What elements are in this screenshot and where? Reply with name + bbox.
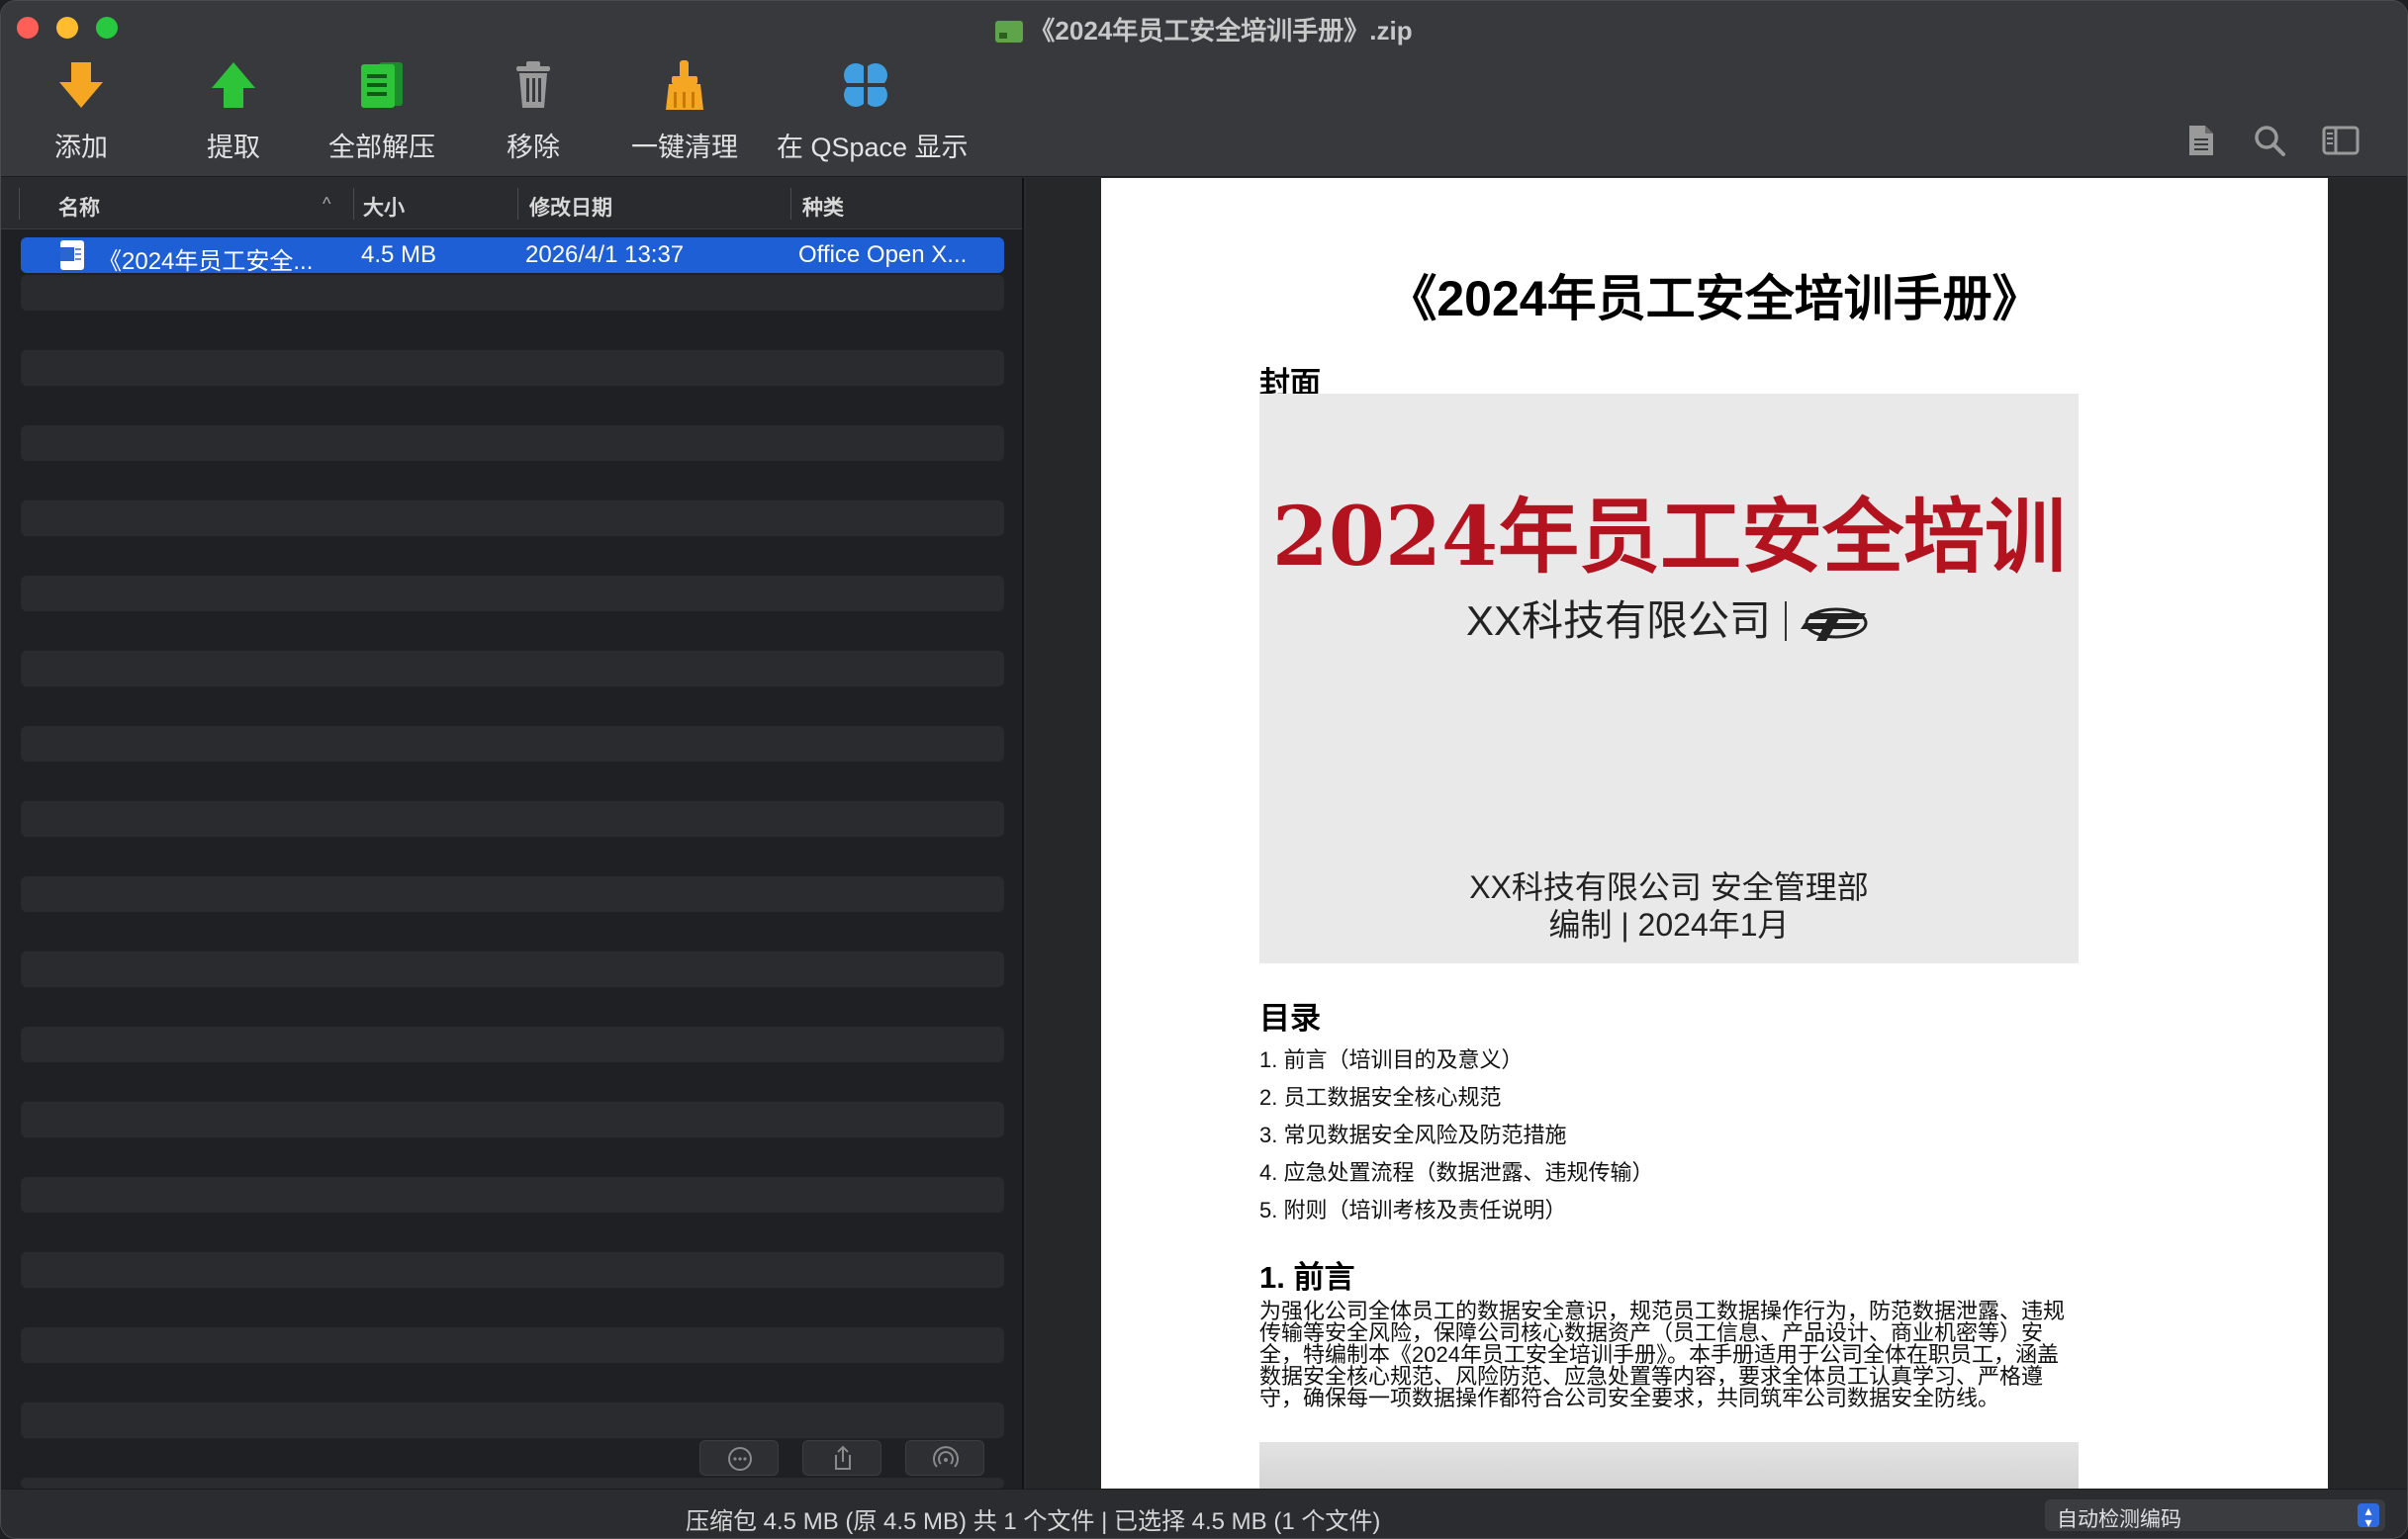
window-title: 《2024年员工安全培训手册》.zip: [1, 11, 2407, 47]
encoding-select[interactable]: 自动检测编码 ▴ ▾: [2045, 1499, 2385, 1531]
preview-pane: 《2024年员工安全培训手册》 封面 2024年员工安全培训 XX科技有限公司 …: [1026, 178, 2407, 1489]
document-info-icon[interactable]: [2183, 124, 2217, 157]
empty-row: [21, 726, 1004, 762]
empty-row: [21, 876, 1004, 912]
company-logo-icon: [1801, 603, 1872, 643]
word-document-icon: [60, 240, 84, 270]
status-bar: 压缩包 4.5 MB (原 4.5 MB) 共 1 个文件 | 已选择 4.5 …: [1, 1489, 2407, 1538]
column-header-kind[interactable]: 种类: [802, 192, 844, 222]
column-header-name[interactable]: 名称: [58, 192, 100, 222]
ellipsis-circle-icon: [728, 1447, 752, 1471]
section-heading: 1. 前言: [1259, 1260, 1355, 1295]
empty-row: [21, 1252, 1004, 1288]
paragraph-line: 全，特编制本《2024年员工安全培训手册》。本手册适用于公司全体在职员工，涵盖: [1259, 1342, 2059, 1367]
empty-row: [21, 350, 1004, 386]
section-paragraph: 为强化公司全体员工的数据安全意识，规范员工数据操作行为，防范数据泄露、违规 传输…: [1259, 1301, 2075, 1409]
column-header-bar: 名称 ^ 大小 修改日期 种类: [1, 178, 1022, 229]
extract-button[interactable]: 提取: [199, 58, 268, 164]
airdrop-button[interactable]: [905, 1440, 984, 1476]
document-page[interactable]: 《2024年员工安全培训手册》 封面 2024年员工安全培训 XX科技有限公司 …: [1101, 178, 2328, 1489]
documents-stack-icon: [355, 58, 409, 112]
airdrop-icon: [933, 1446, 959, 1468]
app-window: 《2024年员工安全培训手册》.zip 添加 提取 全部解压 移除 一键清理 在…: [0, 0, 2408, 1539]
status-summary: 压缩包 4.5 MB (原 4.5 MB) 共 1 个文件 | 已选择 4.5 …: [686, 1508, 1381, 1535]
file-modified: 2026/4/1 13:37: [525, 241, 685, 268]
file-list-pane: 名称 ^ 大小 修改日期 种类 《2024年员工安全... 4.5 MB 202…: [1, 178, 1024, 1489]
chevron-updown-icon: ▴ ▾: [2358, 1503, 2379, 1529]
toggle-preview-icon[interactable]: [2322, 124, 2360, 157]
column-separator: [19, 188, 20, 220]
cover-image: 2024年员工安全培训 XX科技有限公司 XX科技有限公司 安全管理部 编制 |…: [1259, 394, 2079, 963]
broom-icon: [658, 58, 711, 112]
more-options-button[interactable]: [699, 1440, 779, 1476]
file-name: 《2024年员工安全...: [98, 248, 314, 275]
empty-row: [21, 425, 1004, 461]
empty-row: [21, 801, 1004, 837]
empty-row: [21, 1177, 1004, 1213]
paragraph-line: 为强化公司全体员工的数据安全意识，规范员工数据操作行为，防范数据泄露、违规: [1259, 1299, 2066, 1323]
empty-row: [21, 1102, 1004, 1137]
encoding-value: 自动检测编码: [2057, 1508, 2181, 1531]
toolbar: 《2024年员工安全培训手册》.zip 添加 提取 全部解压 移除 一键清理 在…: [1, 1, 2407, 177]
zip-file-icon: [995, 21, 1024, 43]
toc-heading: 目录: [1259, 1001, 1321, 1036]
share-icon: [835, 1445, 851, 1470]
empty-row: [21, 651, 1004, 686]
column-header-modified[interactable]: 修改日期: [529, 192, 612, 222]
toc-item: 1. 前言（培训目的及意义）: [1259, 1047, 1524, 1072]
column-separator[interactable]: [790, 188, 791, 220]
toc-item: 3. 常见数据安全风险及防范措施: [1259, 1123, 1567, 1147]
paragraph-line: 数据安全核心规范、风险防范、应急处置等内容，要求全体员工认真学习、严格遵: [1259, 1364, 2044, 1389]
show-in-qspace-button[interactable]: 在 QSpace 显示: [777, 58, 969, 164]
paragraph-line: 传输等安全风险，保障公司核心数据资产（员工信息、产品设计、商业机密等）安: [1259, 1320, 2044, 1345]
search-icon[interactable]: [2253, 124, 2286, 157]
next-image-partial: [1259, 1442, 2079, 1489]
share-button[interactable]: [802, 1440, 881, 1476]
column-header-size[interactable]: 大小: [363, 192, 405, 222]
empty-row: [21, 500, 1004, 536]
cover-title: 2024年员工安全培训: [1271, 490, 2067, 585]
file-kind: Office Open X...: [798, 241, 968, 268]
column-separator[interactable]: [517, 188, 518, 220]
sort-ascending-icon[interactable]: ^: [323, 194, 330, 215]
toc-item: 2. 员工数据安全核心规范: [1259, 1085, 1502, 1110]
cover-company-line: XX科技有限公司: [1259, 588, 2079, 648]
qspace-clover-icon: [839, 58, 892, 112]
divider: [1785, 601, 1788, 641]
extract-all-button[interactable]: 全部解压: [327, 58, 436, 164]
empty-row: [21, 951, 1004, 987]
document-title: 《2024年员工安全培训手册》: [1387, 271, 2042, 326]
arrow-down-icon: [54, 58, 108, 112]
cover-date: 编制 | 2024年1月: [1548, 907, 1790, 943]
empty-row: [21, 1027, 1004, 1062]
add-button[interactable]: 添加: [46, 58, 116, 164]
empty-row: [21, 576, 1004, 611]
one-click-clean-button[interactable]: 一键清理: [630, 58, 739, 164]
paragraph-line: 守，确保每一项数据操作都符合公司安全要求，共同筑牢公司数据安全防线。: [1259, 1386, 2000, 1410]
arrow-up-icon: [207, 58, 260, 112]
remove-button[interactable]: 移除: [504, 58, 563, 164]
empty-row: [21, 275, 1004, 311]
table-row[interactable]: 《2024年员工安全... 4.5 MB 2026/4/1 13:37 Offi…: [21, 237, 1004, 275]
column-separator[interactable]: [353, 188, 354, 220]
file-size: 4.5 MB: [361, 241, 437, 268]
trash-icon: [507, 58, 560, 112]
empty-row: [21, 1403, 1004, 1438]
toc-item: 5. 附则（培训考核及责任说明）: [1259, 1198, 1567, 1222]
toc-item: 4. 应急处置流程（数据泄露、违规传输）: [1259, 1160, 1654, 1185]
cover-company-name: XX科技有限公司: [1465, 597, 1772, 644]
empty-row: [21, 1478, 1004, 1489]
empty-row: [21, 1327, 1004, 1363]
